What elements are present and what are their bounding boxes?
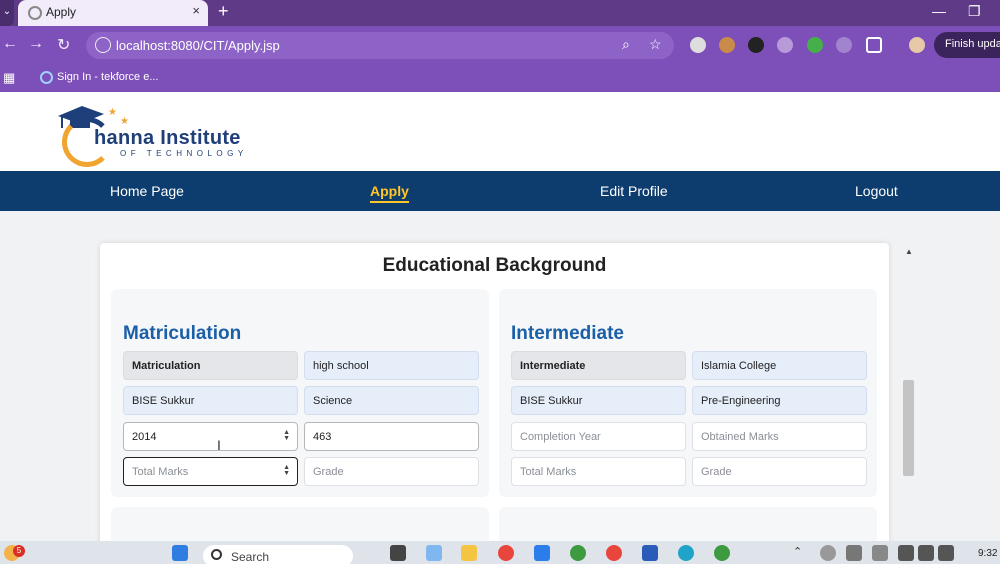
forward-arrow-icon[interactable]: → (28, 35, 44, 53)
bookmark-favicon-icon (40, 71, 53, 84)
chrome-icon[interactable] (498, 545, 514, 561)
close-tab-icon[interactable]: × (192, 3, 200, 18)
inter-total-input[interactable]: Total Marks (511, 457, 686, 486)
nav-edit-profile[interactable]: Edit Profile (600, 183, 668, 199)
inter-group-field[interactable]: Pre-Engineering (692, 386, 867, 415)
zoom-icon[interactable]: ⌕ (622, 36, 630, 53)
scroll-up-arrow-icon[interactable]: ▲ (905, 247, 913, 256)
bookmark-star-icon[interactable]: ☆ (649, 36, 662, 53)
extensions-puzzle-icon[interactable] (866, 37, 882, 53)
matric-year-value: 2014 (132, 431, 157, 443)
matric-total-input[interactable]: Total Marks ▲ ▼ (123, 457, 298, 486)
browser-toolbar: ← → ↻ localhost:8080/CIT/Apply.jsp ⌕ ☆ F… (0, 26, 1000, 64)
chevron-up-icon[interactable]: ⌃ (793, 545, 809, 561)
next-panel-right (499, 507, 877, 541)
cookie-extension-icon[interactable] (719, 37, 735, 53)
globe-icon (28, 6, 42, 20)
education-card: Educational Background Matriculation Mat… (100, 243, 889, 541)
inter-institute-field[interactable]: Islamia College (692, 351, 867, 380)
task-view-icon[interactable] (390, 545, 406, 561)
matriculation-heading: Matriculation (123, 323, 242, 344)
intermediate-heading: Intermediate (511, 323, 624, 344)
search-label: Search (231, 550, 270, 564)
matriculation-panel: Matriculation Matriculation high school … (111, 289, 489, 497)
copilot-icon[interactable] (426, 545, 442, 561)
inter-obtained-input[interactable]: Obtained Marks (692, 422, 867, 451)
logo-name: hanna Institute (94, 127, 241, 149)
wifi-icon[interactable] (898, 545, 914, 561)
address-bar[interactable]: localhost:8080/CIT/Apply.jsp ⌕ ☆ (86, 32, 674, 59)
url-text: localhost:8080/CIT/Apply.jsp (116, 38, 280, 53)
camera-extension-icon[interactable] (690, 37, 706, 53)
profile-avatar[interactable] (909, 37, 925, 53)
spinner-arrows-icon[interactable]: ▲ ▼ (283, 429, 290, 442)
browser-tab[interactable]: Apply × (18, 0, 208, 26)
star-icon: ★ (108, 107, 117, 118)
clock-time[interactable]: 9:32 (978, 548, 997, 559)
nav-home[interactable]: Home Page (110, 183, 184, 199)
minimize-button[interactable]: — (932, 3, 946, 19)
inter-year-input[interactable]: Completion Year (511, 422, 686, 451)
text-cursor-icon: I (217, 437, 221, 453)
matric-total-placeholder: Total Marks (132, 466, 189, 478)
scrollbar-thumb[interactable] (903, 380, 914, 476)
volume-icon[interactable] (918, 545, 934, 561)
sync-icon[interactable] (820, 545, 836, 561)
bookmark-sign-in[interactable]: Sign In - tekforce e... (57, 71, 159, 83)
tab-title: Apply (46, 5, 77, 19)
matric-board-field[interactable]: BISE Sukkur (123, 386, 298, 415)
apps-grid-icon[interactable]: ▦ (3, 70, 15, 86)
section-title: Educational Background (382, 255, 607, 276)
browser-tabstrip: ⌄ Apply × + — ❐ (0, 0, 1000, 26)
nav-apply[interactable]: Apply (370, 183, 409, 203)
file-explorer-icon[interactable] (461, 545, 477, 561)
windows-start-icon[interactable] (172, 545, 188, 561)
app2-icon[interactable] (714, 545, 730, 561)
finish-update-button[interactable]: Finish update (934, 32, 1000, 58)
logo-subtitle: OF TECHNOLOGY (120, 149, 248, 158)
search-icon (211, 549, 222, 560)
notification-badge: 5 (13, 545, 25, 557)
word-icon[interactable] (642, 545, 658, 561)
matric-obtained-input[interactable]: 463 (304, 422, 479, 451)
inter-board-field[interactable]: BISE Sukkur (511, 386, 686, 415)
tab-search-icon[interactable]: ⌄ (0, 0, 14, 26)
spinner-arrows-icon[interactable]: ▲ ▼ (283, 464, 290, 477)
inter-degree-field[interactable]: Intermediate (511, 351, 686, 380)
reload-icon[interactable]: ↻ (57, 35, 70, 55)
edge-icon[interactable] (678, 545, 694, 561)
site-info-icon[interactable] (95, 37, 111, 53)
next-panel-left (111, 507, 489, 541)
bookmarks-bar: ▦ Sign In - tekforce e... (0, 64, 1000, 92)
cloud-icon[interactable] (846, 545, 862, 561)
star-icon: ★ (120, 116, 129, 127)
matric-institute-field[interactable]: high school (304, 351, 479, 380)
todo-icon[interactable] (534, 545, 550, 561)
nav-logout[interactable]: Logout (855, 183, 898, 199)
mic-icon[interactable] (872, 545, 888, 561)
location-extension-icon[interactable] (807, 37, 823, 53)
page-content: Educational Background Matriculation Mat… (0, 211, 1000, 541)
matric-group-field[interactable]: Science (304, 386, 479, 415)
app-icon[interactable] (570, 545, 586, 561)
inter-grade-input[interactable]: Grade (692, 457, 867, 486)
new-tab-button[interactable]: + (218, 1, 229, 22)
matric-year-input[interactable]: 2014 ▲ ▼ (123, 422, 298, 451)
restore-button[interactable]: ❐ (968, 3, 981, 20)
chrome-profile-icon[interactable] (606, 545, 622, 561)
matric-grade-input[interactable]: Grade (304, 457, 479, 486)
matric-degree-field[interactable]: Matriculation (123, 351, 298, 380)
windows-taskbar: 5 Search ⌃ 9:32 (0, 541, 1000, 567)
back-arrow-icon[interactable]: ← (2, 35, 18, 53)
mail-extension-icon[interactable] (777, 37, 793, 53)
panel-extension-icon[interactable] (836, 37, 852, 53)
site-header: ★ ★ hanna Institute OF TECHNOLOGY (0, 92, 1000, 171)
e-extension-icon[interactable] (748, 37, 764, 53)
battery-icon[interactable] (938, 545, 954, 561)
main-navigation: Home Page Apply Edit Profile Logout (0, 171, 1000, 211)
intermediate-panel: Intermediate Intermediate Islamia Colleg… (499, 289, 877, 497)
